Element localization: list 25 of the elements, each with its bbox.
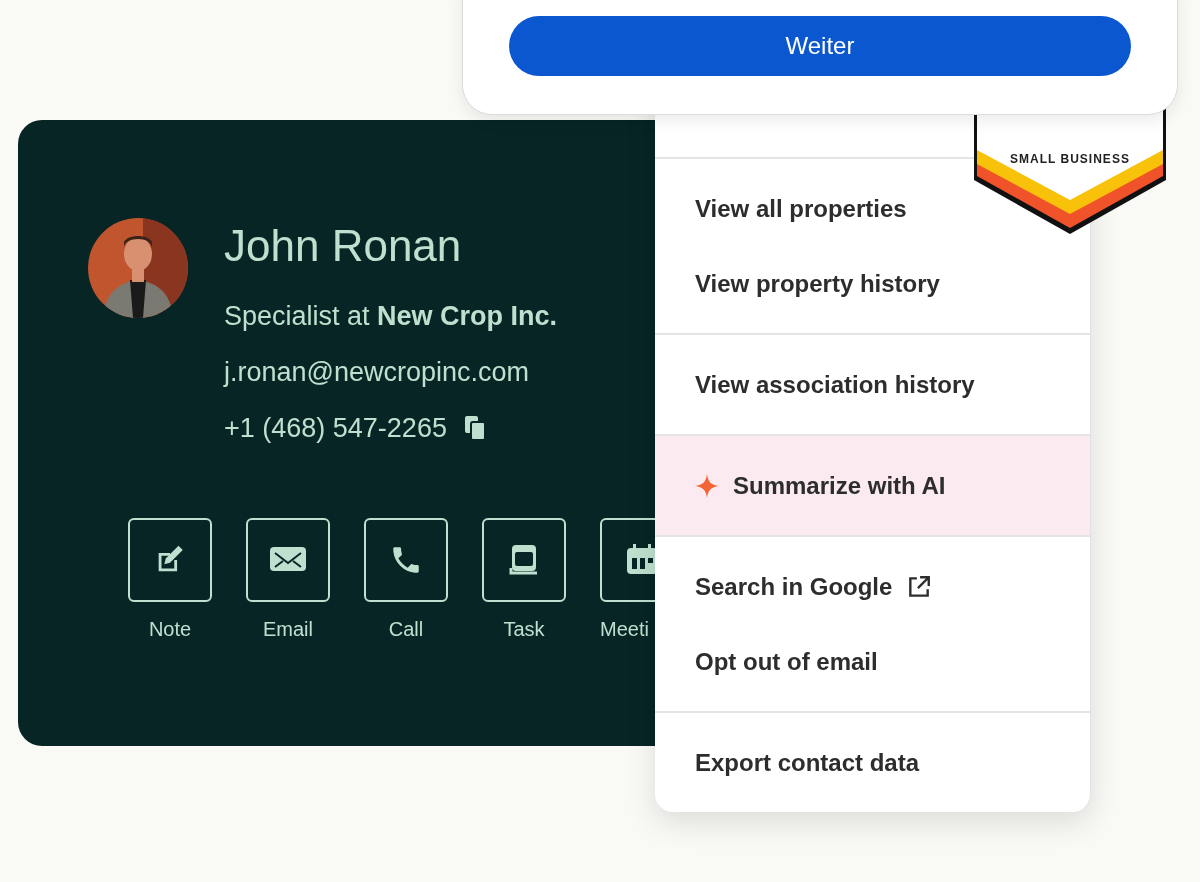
menu-item[interactable]: Opt out of email xyxy=(655,624,918,699)
action-label: Meeti xyxy=(600,618,649,641)
task-action-button[interactable] xyxy=(482,518,566,602)
badge-subtitle: SMALL BUSINESS xyxy=(1009,152,1131,166)
menu-item[interactable]: Export contact data xyxy=(655,725,960,800)
call-action-button[interactable] xyxy=(364,518,448,602)
action-label: Call xyxy=(388,618,424,641)
menu-item[interactable]: View all properties xyxy=(655,171,947,246)
email-action-button[interactable] xyxy=(246,518,330,602)
email-address: j.ronan@newcropinc.com xyxy=(224,356,531,389)
menu-item[interactable]: View property history xyxy=(655,246,980,321)
copy-icon[interactable] xyxy=(464,416,485,440)
contact-name: John Ronan xyxy=(224,220,463,272)
phone-number: +1 (468) 547-2265 xyxy=(224,412,447,445)
menu-item[interactable]: Search in Google xyxy=(655,549,973,624)
envelope-icon xyxy=(270,547,306,573)
action-label: Task xyxy=(503,618,545,641)
action-label: Email xyxy=(263,618,313,641)
action-label: Note xyxy=(148,618,192,641)
menu-item[interactable]: View association history xyxy=(655,347,1015,422)
external-link-icon xyxy=(906,573,933,600)
job-title: Specialist at New Crop Inc. xyxy=(224,300,558,333)
note-action-button[interactable] xyxy=(128,518,212,602)
next-button[interactable]: Weiter xyxy=(509,16,1131,76)
sparkle-icon xyxy=(695,473,719,498)
